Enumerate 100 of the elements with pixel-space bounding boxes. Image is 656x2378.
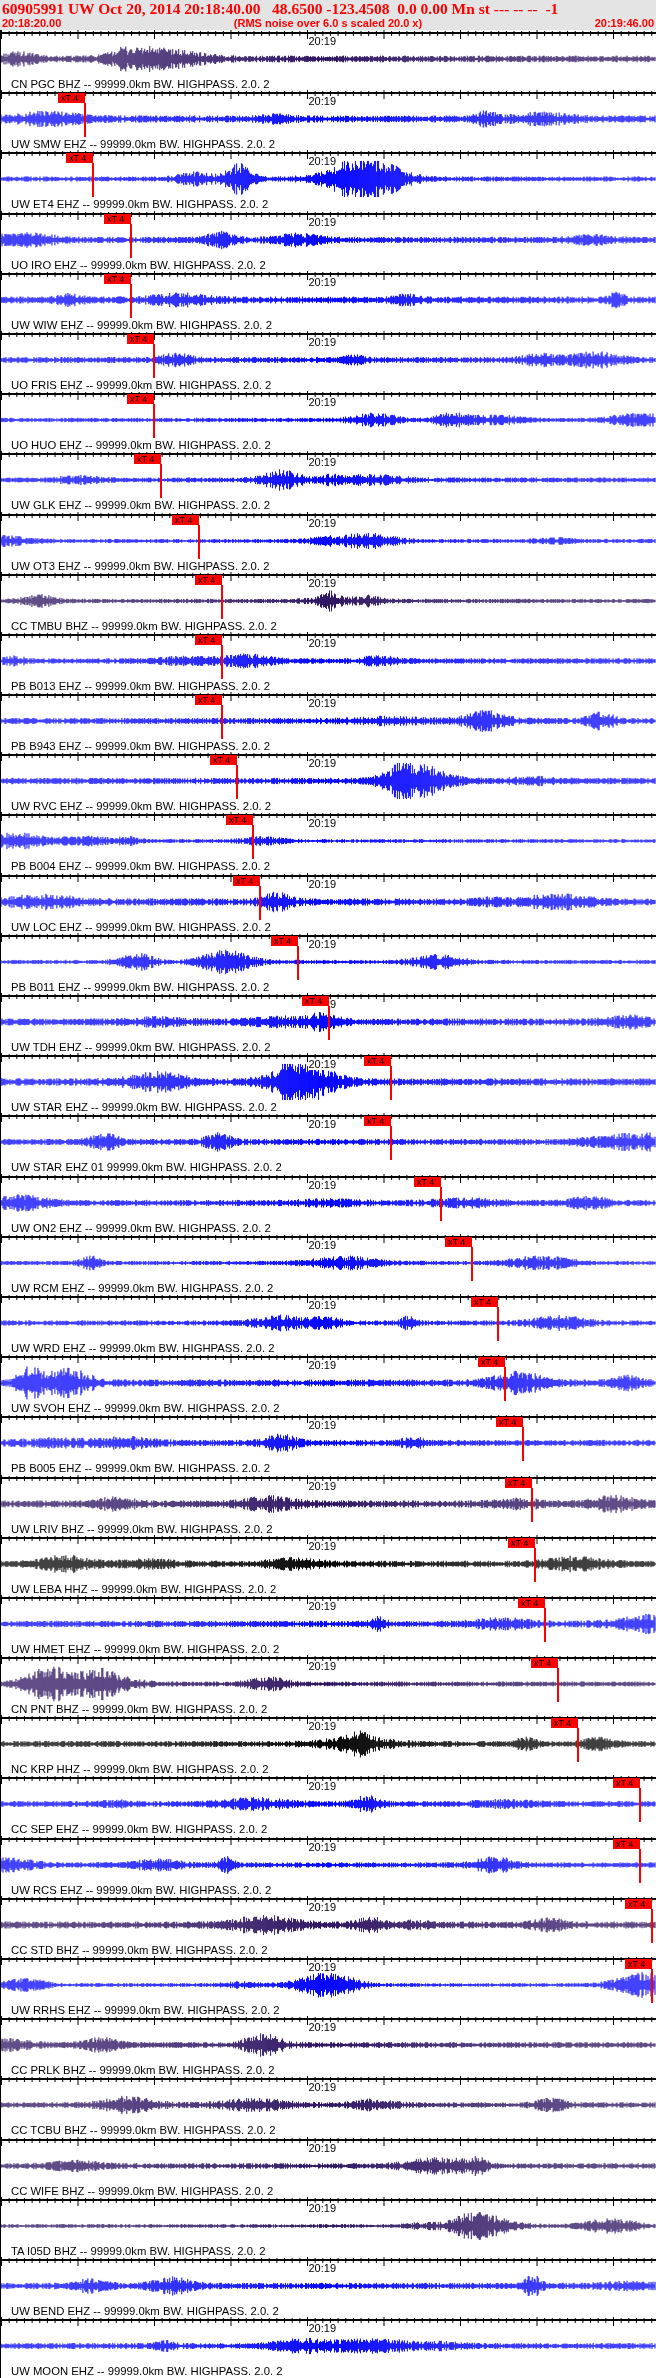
station-label: UW BEND EHZ -- 99999.0km BW. HIGHPASS. 2.0. 2 [10, 2304, 279, 2317]
pick-label: xT 4 [195, 695, 222, 706]
station-label: UW TDH EHZ -- 99999.0km BW. HIGHPASS. 2.0. 2 [10, 1041, 271, 1053]
pick-line [534, 1547, 536, 1582]
pick-label: xT 4 [518, 1597, 545, 1608]
pick-label: xT 4 [505, 1477, 532, 1488]
pick-line [297, 945, 299, 980]
station-label: CN PGC BHZ -- 99999.0km BW. HIGHPASS. 2.0. 2 [10, 78, 270, 90]
pick-label: xT 4 [302, 996, 329, 1006]
time-label: 20:19 [308, 2082, 336, 2094]
time-label: 20:19 [308, 96, 336, 108]
pick-line [130, 283, 132, 318]
time-label: 20:19 [308, 2323, 336, 2335]
start-time: 20:18:20.00 [2, 17, 62, 30]
noise-note: (RMS noise over 6.0 s scaled 20.0 x) [233, 17, 423, 30]
time-label: 20:19 [308, 276, 336, 288]
time-label: 20:19 [308, 818, 336, 830]
time-label: 20:19 [308, 577, 336, 589]
pick-line [252, 825, 254, 860]
pick-label: xT 4 [625, 1959, 652, 1969]
time-label: 20:19 [308, 1480, 336, 1492]
pick-label: xT 4 [172, 514, 199, 525]
time-label: 20:19 [308, 397, 336, 409]
time-label: 20:19 [308, 1119, 336, 1131]
time-label: 20:19 [308, 1962, 336, 1973]
station-label: CC TMBU BHZ -- 99999.0km BW. HIGHPASS. 2.0. 2 [10, 619, 277, 632]
station-label: UO FRIS EHZ -- 99999.0km BW. HIGHPASS. 2.0. 2 [10, 378, 272, 391]
pick-line [236, 765, 238, 800]
station-label: PB B013 EHZ -- 99999.0km BW. HIGHPASS. 2.0. 2 [10, 679, 271, 692]
station-label: CC TCBU BHZ -- 99999.0km BW. HIGHPASS. 2.0. 2 [10, 2124, 276, 2137]
station-label: UW GLK EHZ -- 99999.0km BW. HIGHPASS. 2.0. 2 [10, 499, 271, 512]
pick-line [504, 1367, 506, 1402]
station-label: UW OT3 EHZ -- 99999.0km BW. HIGHPASS. 2.0. 2 [10, 559, 270, 572]
station-label: UW SVOH EHZ -- 99999.0km BW. HIGHPASS. 2.0. 2 [10, 1402, 280, 1415]
pick-line [198, 524, 200, 559]
pick-line [639, 1788, 641, 1823]
time-label: 20:19 [308, 758, 336, 770]
time-label: 20:19 [308, 1360, 336, 1372]
station-label: UW RCS EHZ -- 99999.0km BW. HIGHPASS. 2.0. 2 [10, 1883, 272, 1896]
pick-label: xT 4 [625, 1898, 652, 1909]
pick-line [390, 1066, 392, 1101]
pick-label: xT 4 [471, 1296, 498, 1307]
pick-label: xT 4 [613, 1838, 640, 1849]
pick-label: xT 4 [127, 394, 154, 405]
pick-line [651, 1908, 653, 1943]
time-label: 20:19 [308, 2262, 336, 2274]
station-label: UW ET4 EHZ -- 99999.0km BW. HIGHPASS. 2.0. 2 [10, 198, 269, 211]
time-label: 20:19 [308, 517, 336, 529]
pick-line [497, 1306, 499, 1341]
time-label: 20:19 [308, 938, 336, 950]
time-label: 20:19 [308, 1239, 336, 1251]
time-label: 20:19 [308, 698, 336, 710]
time-label: 20:19 [308, 878, 336, 890]
pick-line [639, 1848, 641, 1883]
pick-line [84, 103, 86, 138]
pick-line [153, 343, 155, 378]
pick-label: xT 4 [271, 935, 298, 946]
pick-label: xT 4 [104, 213, 131, 224]
time-label: 20:19 [308, 1179, 336, 1191]
station-label: UW MOON EHZ -- 99999.0km BW. HIGHPASS. 2.0. 2 [10, 2365, 283, 2378]
time-label: 20:19 [308, 336, 336, 348]
time-label: 20:19 [308, 457, 336, 469]
station-label: PB B011 EHZ -- 99999.0km BW. HIGHPASS. 2.0. 2 [10, 980, 270, 993]
time-label: 20:19 [308, 2142, 336, 2154]
station-label: UW WRD EHZ -- 99999.0km BW. HIGHPASS. 2.0. 2 [10, 1341, 275, 1354]
pick-line [531, 1487, 533, 1522]
pick-line [153, 404, 155, 439]
station-label: UW SMW EHZ -- 99999.0km BW. HIGHPASS. 2.0. 2 [10, 138, 276, 151]
station-label: UW RCM EHZ -- 99999.0km BW. HIGHPASS. 2.0. 2 [10, 1281, 274, 1294]
station-label: UW LOC EHZ -- 99999.0km BW. HIGHPASS. 2.0. 2 [10, 920, 271, 933]
pick-label: xT 4 [195, 574, 222, 585]
pick-label: xT 4 [226, 815, 253, 826]
pick-line [130, 223, 132, 258]
pick-line [92, 163, 94, 198]
station-label: CC PRLK BHZ -- 99999.0km BW. HIGHPASS. 2.0. 2 [10, 2064, 275, 2077]
pick-line [651, 1969, 653, 2003]
pick-line [440, 1186, 442, 1221]
station-label: UW LRIV BHZ -- 99999.0km BW. HIGHPASS. 2.0. 2 [10, 1522, 273, 1535]
station-label: UW HMET EHZ -- 99999.0km BW. HIGHPASS. 2.0. 2 [10, 1642, 280, 1655]
pick-line [557, 1668, 559, 1703]
time-label: 20:19 [308, 2022, 336, 2034]
pick-line [390, 1126, 392, 1161]
time-label: 20:19 [308, 1781, 336, 1793]
time-label: 20:19 [308, 1661, 336, 1673]
pick-label: xT 4 [531, 1658, 558, 1669]
station-label: UW LEBA HHZ -- 99999.0km BW. HIGHPASS. 2.0. 2 [10, 1582, 277, 1595]
pick-label: xT 4 [364, 1116, 391, 1127]
time-label: 20:19 [308, 156, 336, 168]
pick-label: xT 4 [508, 1537, 535, 1548]
time-label: 20:19 [308, 216, 336, 228]
time-label: 20:19 [308, 1540, 336, 1552]
pick-line [471, 1246, 473, 1281]
pick-line [221, 584, 223, 619]
pick-label: xT 4 [66, 153, 93, 164]
time-label: 20:19 [308, 1841, 336, 1853]
time-label: 20:19 [308, 1059, 336, 1071]
pick-label: xT 4 [195, 634, 222, 645]
station-label: CC STD BHZ -- 99999.0km BW. HIGHPASS. 2.0. 2 [10, 1943, 268, 1956]
pick-label: xT 4 [104, 273, 131, 284]
time-label: 20:19 [308, 1299, 336, 1311]
